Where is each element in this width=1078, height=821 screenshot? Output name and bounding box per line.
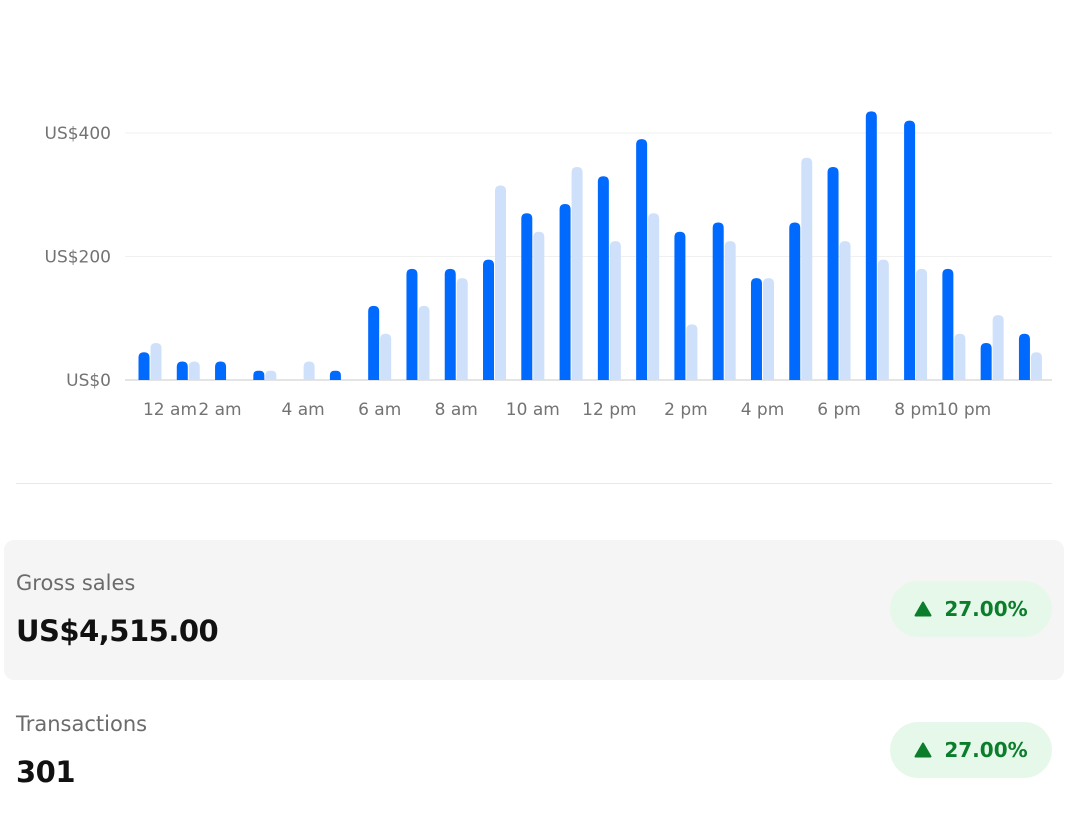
transactions-value: 301 xyxy=(16,755,76,789)
bar-current[interactable] xyxy=(521,213,533,380)
bar-current[interactable] xyxy=(904,120,916,381)
x-tick-label: 6 am xyxy=(358,400,401,420)
x-tick-label: 12 pm xyxy=(582,400,636,420)
bar-previous[interactable] xyxy=(571,166,583,380)
bar-previous[interactable] xyxy=(380,333,392,380)
bar-current[interactable] xyxy=(329,370,341,380)
bar-current[interactable] xyxy=(253,370,265,380)
x-tick-label: 10 pm xyxy=(937,400,991,420)
bar-previous[interactable] xyxy=(877,259,889,380)
gross-sales-value: US$4,515.00 xyxy=(16,614,219,648)
transactions-card[interactable]: Transactions 301 27.00% xyxy=(4,681,1064,821)
x-tick-label: 2 pm xyxy=(664,400,708,420)
bar-current[interactable] xyxy=(674,231,686,380)
y-tick-label: US$400 xyxy=(45,124,112,144)
bar-previous[interactable] xyxy=(495,185,507,380)
bar-previous[interactable] xyxy=(418,305,430,380)
triangle-up-icon xyxy=(914,601,932,617)
bar-current[interactable] xyxy=(865,111,877,380)
bar-current[interactable] xyxy=(750,278,762,380)
y-tick-label: US$200 xyxy=(45,248,112,268)
bar-current[interactable] xyxy=(176,361,188,380)
transactions-label: Transactions xyxy=(16,712,148,736)
bar-current[interactable] xyxy=(712,222,724,380)
bar-previous[interactable] xyxy=(150,342,162,380)
gross-sales-change-badge: 27.00% xyxy=(890,581,1052,637)
bar-previous[interactable] xyxy=(954,333,966,380)
bar-previous[interactable] xyxy=(265,370,277,380)
bar-previous[interactable] xyxy=(801,157,813,380)
bar-previous[interactable] xyxy=(724,241,736,380)
x-tick-label: 8 am xyxy=(435,400,478,420)
bar-previous[interactable] xyxy=(992,315,1004,380)
triangle-up-icon xyxy=(914,742,932,758)
x-tick-label: 8 pm xyxy=(894,400,938,420)
x-tick-label: 6 pm xyxy=(817,400,861,420)
bar-previous[interactable] xyxy=(609,241,621,380)
hourly-sales-chart: US$0 US$200 US$400 12 am 2 am 4 am 6 am 8 am 10… xyxy=(45,111,1052,420)
transactions-change-value: 27.00% xyxy=(944,738,1028,762)
bar-current[interactable] xyxy=(215,361,227,380)
bar-previous[interactable] xyxy=(916,268,928,380)
bar-current[interactable] xyxy=(789,222,801,380)
bar-current[interactable] xyxy=(483,259,495,380)
bar-current[interactable] xyxy=(368,305,380,380)
section-divider xyxy=(16,483,1052,484)
bar-current[interactable] xyxy=(636,139,648,380)
bar-current[interactable] xyxy=(138,352,150,380)
bar-current[interactable] xyxy=(827,166,839,380)
bar-current[interactable] xyxy=(942,268,954,380)
x-tick-label: 4 am xyxy=(282,400,325,420)
bar-previous[interactable] xyxy=(456,278,468,380)
y-tick-label: US$0 xyxy=(66,371,111,391)
bar-previous[interactable] xyxy=(686,324,698,380)
bar-previous[interactable] xyxy=(1030,352,1042,380)
chart-bars xyxy=(138,111,1042,381)
bar-current[interactable] xyxy=(559,204,571,380)
gross-sales-label: Gross sales xyxy=(16,571,136,595)
bar-previous[interactable] xyxy=(648,213,660,380)
x-tick-label: 10 am xyxy=(506,400,560,420)
transactions-change-badge: 27.00% xyxy=(890,722,1052,778)
bar-current[interactable] xyxy=(980,342,992,380)
x-tick-label: 4 pm xyxy=(741,400,785,420)
y-axis-tick-labels: US$0 US$200 US$400 xyxy=(45,124,112,391)
x-tick-label: 12 am xyxy=(143,400,197,420)
bar-current[interactable] xyxy=(444,268,456,380)
gross-sales-card[interactable]: Gross sales US$4,515.00 27.00% xyxy=(4,540,1064,680)
bar-previous[interactable] xyxy=(303,361,315,380)
bar-current[interactable] xyxy=(597,176,609,380)
bar-previous[interactable] xyxy=(762,278,774,380)
x-tick-label: 2 am xyxy=(198,400,241,420)
bar-previous[interactable] xyxy=(839,241,851,380)
bar-previous[interactable] xyxy=(533,231,545,380)
x-axis-tick-labels: 12 am 2 am 4 am 6 am 8 am 10 am 12 pm 2 pm 4 pm 6… xyxy=(143,400,991,420)
bar-current[interactable] xyxy=(1018,333,1030,380)
bar-previous[interactable] xyxy=(188,361,200,380)
bar-current[interactable] xyxy=(406,268,418,380)
gross-sales-change-value: 27.00% xyxy=(944,597,1028,621)
